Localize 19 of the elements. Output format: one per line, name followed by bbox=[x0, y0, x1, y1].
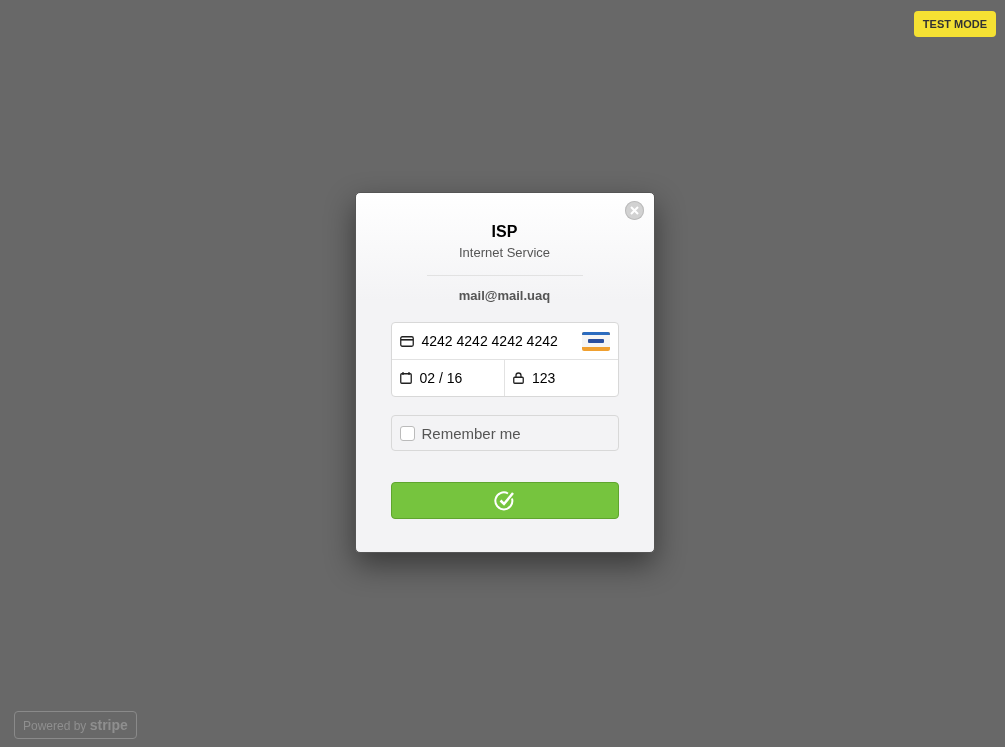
card-number: 4242 4242 4242 4242 bbox=[421, 333, 559, 349]
remember-me-checkbox[interactable]: Remember me bbox=[390, 415, 619, 451]
merchant-description: Internet Service bbox=[458, 245, 550, 260]
test-mode-badge: TEST MODE bbox=[913, 11, 996, 37]
remember-me-label: Remember me bbox=[421, 424, 521, 442]
card-details-field[interactable]: 4242 4242 4242 4242 02 / 16 123 bbox=[390, 322, 619, 397]
close-icon bbox=[629, 206, 639, 215]
expiry-date: 02 / 16 bbox=[419, 370, 464, 386]
lock-icon bbox=[513, 372, 524, 384]
calendar-icon bbox=[399, 372, 412, 384]
cvc-code: 123 bbox=[532, 370, 557, 386]
merchant-name: ISP bbox=[491, 223, 518, 241]
card-brand-icon bbox=[581, 331, 610, 351]
checkmark-icon bbox=[493, 489, 516, 512]
close-button[interactable] bbox=[624, 201, 644, 220]
pay-button[interactable] bbox=[390, 482, 619, 519]
checkbox[interactable] bbox=[399, 425, 415, 441]
email-address: mail@mail.uaq bbox=[458, 288, 551, 303]
credit-card-icon bbox=[399, 335, 414, 347]
